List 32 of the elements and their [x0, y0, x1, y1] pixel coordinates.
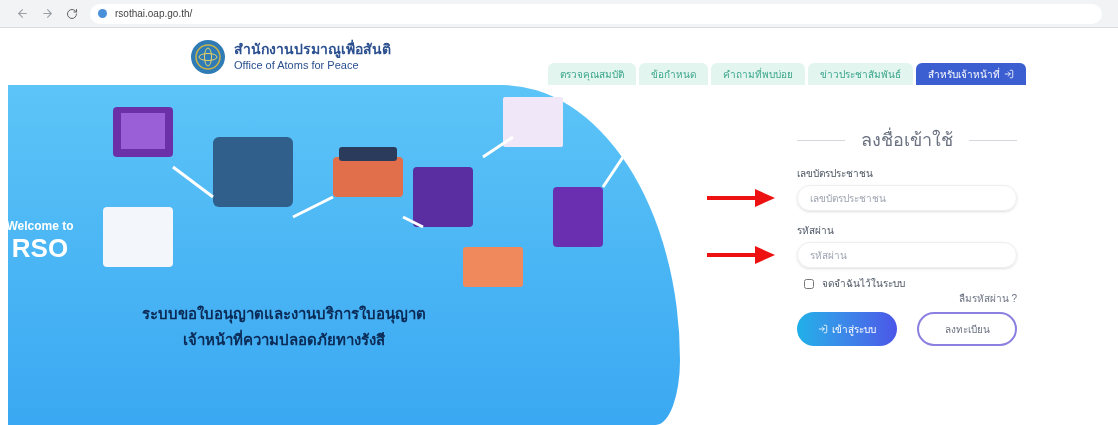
annotation-arrow-icon	[707, 189, 775, 207]
address-bar[interactable]: rsothai.oap.go.th/	[90, 3, 1102, 24]
remember-checkbox[interactable]	[804, 278, 814, 289]
nav-tab[interactable]: สำหรับเจ้าหน้าที่	[916, 63, 1026, 85]
text-input[interactable]: เลขบัตรประชาชน	[797, 185, 1017, 211]
forgot-password-link[interactable]: ลืมรหัสผ่าน ?	[958, 291, 1017, 306]
text-input[interactable]: รหัสผ่าน	[797, 242, 1017, 268]
login-icon	[818, 324, 828, 334]
login-button[interactable]: เข้าสู่ระบบ	[797, 312, 897, 346]
url-text: rsothai.oap.go.th/	[115, 7, 193, 21]
banner-headline: ระบบขอใบอนุญาตและงานบริการใบอนุญาต	[142, 304, 426, 326]
site-icon	[98, 9, 107, 18]
nav-tab[interactable]: ข่าวประชาสัมพันธ์	[808, 63, 913, 85]
brand-text: RSO	[11, 235, 69, 261]
back-icon[interactable]	[16, 7, 29, 20]
login-icon	[1004, 69, 1014, 79]
field-label: รหัสผ่าน	[797, 224, 835, 238]
login-title: ลงชื่อเข้าใช้	[861, 127, 953, 154]
banner-headline: เจ้าหน้าที่ความปลอดภัยทางรังสี	[183, 328, 385, 350]
field-label: เลขบัตรประชาชน	[797, 167, 874, 181]
agency-title: สำนักงานปรมาณูเพื่อสันติ	[234, 41, 391, 59]
annotation-arrow-icon	[707, 246, 775, 264]
forward-icon[interactable]	[41, 7, 54, 20]
emblem-icon	[190, 39, 226, 75]
agency-subtitle: Office of Atoms for Peace	[234, 58, 360, 73]
register-button[interactable]: ลงทะเบียน	[917, 312, 1017, 346]
nav-tab[interactable]: ข้อกำหนด	[639, 63, 708, 85]
nav-tab[interactable]: ตรวจคุณสมบัติ	[548, 63, 636, 85]
remember-label: จดจำฉันไว้ในระบบ	[822, 277, 905, 291]
welcome-text: Welcome to	[6, 218, 74, 235]
nav-tab[interactable]: คำถามที่พบบ่อย	[711, 63, 805, 85]
reload-icon[interactable]	[66, 7, 78, 20]
